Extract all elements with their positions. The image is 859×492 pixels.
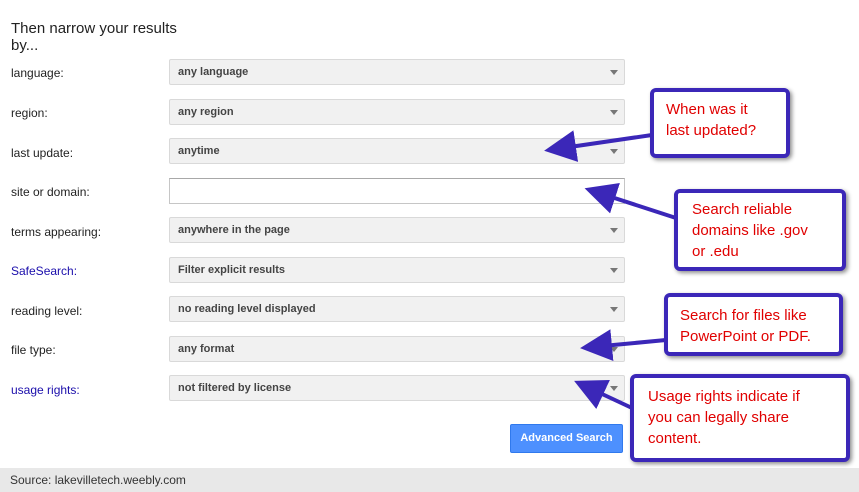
arrow-file-type (580, 329, 667, 362)
callout-last-update: When was it last updated? (650, 88, 790, 158)
arrow-site-domain (584, 182, 677, 220)
arrow-usage-rights (574, 379, 633, 410)
callout-site-domain: Search reliable domains like .gov or .ed… (674, 189, 846, 271)
callout-usage-rights: Usage rights indicate if you can legally… (630, 374, 850, 462)
callout-file-type: Search for files like PowerPoint or PDF. (664, 293, 843, 356)
arrow-last-update (544, 130, 653, 162)
